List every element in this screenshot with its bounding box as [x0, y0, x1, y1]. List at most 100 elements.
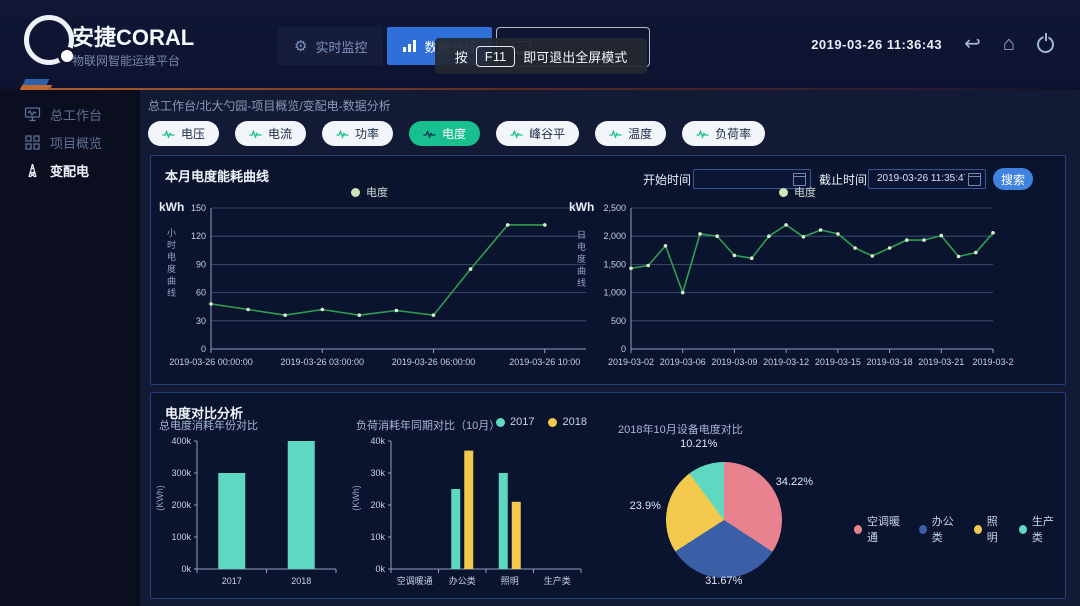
svg-text:400k: 400k [171, 436, 191, 446]
legend-label: 生产类 [1032, 513, 1061, 545]
tab-label: 电流 [268, 125, 292, 142]
svg-text:2019-03-26 06:00:00: 2019-03-26 06:00:00 [392, 357, 476, 367]
workbench-monitor-icon [24, 106, 41, 123]
tab-current[interactable]: 电流 [235, 121, 306, 146]
svg-text:照明: 照明 [501, 576, 519, 586]
month-compare-title: 负荷消耗年同期对比（10月） [356, 417, 500, 433]
back-icon[interactable]: ↩ [964, 34, 981, 54]
hourly-energy-line-chart: 03060901201502019-03-26 00:00:002019-03-… [151, 194, 601, 379]
svg-text:90: 90 [196, 259, 206, 269]
pie-circle [666, 462, 782, 578]
legend-dot [1019, 525, 1027, 534]
svg-text:0: 0 [201, 344, 206, 354]
datetime-display: 2019-03-26 11:36:43 [811, 37, 942, 52]
legend-dot [974, 525, 982, 534]
nav-item-realtime[interactable]: ⚙ 实时监控 [278, 27, 383, 65]
top-header: 安捷CORAL 物联网智能运维平台 ⚙ 实时监控 数据分析 按 F11 即可退出… [0, 0, 1080, 88]
brand-subtitle: 物联网智能运维平台 [72, 52, 180, 69]
sidebar-item-projects[interactable]: 项目概览 [0, 128, 140, 156]
legend-label: 2017 [510, 416, 534, 428]
pie-legend-item[interactable]: 办公类 [919, 513, 961, 545]
svg-text:2019-03-09: 2019-03-09 [711, 357, 757, 367]
daily-energy-line-chart: 05001,0001,5002,0002,5002019-03-022019-0… [601, 194, 1063, 379]
legend-dot [854, 525, 862, 534]
brand-logo-icon [24, 15, 74, 65]
sidebar-item-workbench[interactable]: 总工作台 [0, 100, 140, 128]
tab-label: 负荷率 [715, 125, 751, 142]
pie-percent-label: 23.9% [630, 500, 661, 512]
tab-power[interactable]: 功率 [322, 121, 393, 146]
sidebar-item-label: 变配电 [50, 161, 89, 180]
end-time-wrap [868, 168, 986, 190]
metric-tabs: 电压 电流 功率 电度 峰谷平 温度 负荷率 [148, 121, 765, 146]
search-button[interactable]: 搜索 [993, 168, 1033, 190]
nav-item-label: 实时监控 [315, 37, 367, 56]
svg-text:2019-03-18: 2019-03-18 [867, 357, 913, 367]
tab-peak-valley[interactable]: 峰谷平 [496, 121, 579, 146]
legend-item-2018[interactable]: 2018 [548, 416, 586, 428]
pie-legend-item[interactable]: 空调暖通 [854, 513, 906, 545]
power-tower-icon [24, 162, 41, 179]
legend-dot [548, 418, 557, 427]
brand-title: 安捷CORAL [72, 20, 194, 52]
tab-label: 温度 [628, 125, 652, 142]
home-icon[interactable]: ⌂ [1003, 34, 1015, 54]
legend-label: 空调暖通 [867, 513, 906, 545]
start-time-label: 开始时间 [643, 171, 691, 188]
legend-item-2017[interactable]: 2017 [496, 416, 534, 428]
panel-title: 本月电度能耗曲线 [165, 166, 269, 185]
pie-legend: 空调暖通办公类照明生产类 [854, 513, 1061, 545]
sidebar-item-label: 总工作台 [50, 105, 102, 124]
svg-text:500: 500 [611, 316, 626, 326]
tab-voltage[interactable]: 电压 [148, 121, 219, 146]
legend-label: 办公类 [932, 513, 961, 545]
pulse-icon [423, 129, 436, 139]
legend-label: 照明 [987, 513, 1006, 545]
tab-label: 峰谷平 [529, 125, 565, 142]
sidebar-item-label: 项目概览 [50, 133, 102, 152]
svg-text:30k: 30k [370, 468, 385, 478]
legend-dot [919, 525, 927, 534]
svg-text:空调暖通: 空调暖通 [397, 575, 433, 586]
svg-text:2019-03-26 03:00:00: 2019-03-26 03:00:00 [280, 357, 364, 367]
pie-percent-label: 31.67% [705, 575, 742, 587]
f11-key-badge: F11 [476, 46, 515, 67]
tab-energy[interactable]: 电度 [409, 121, 480, 146]
power-icon[interactable] [1037, 36, 1054, 53]
svg-text:120: 120 [191, 231, 206, 241]
calendar-icon[interactable] [968, 173, 981, 186]
app-root: 安捷CORAL 物联网智能运维平台 ⚙ 实时监控 数据分析 按 F11 即可退出… [0, 0, 1080, 606]
bar-chart-icon [403, 40, 416, 52]
svg-text:2019-03-21: 2019-03-21 [918, 357, 964, 367]
toast-suffix: 即可退出全屏模式 [523, 47, 627, 66]
energy-compare-panel: 电度对比分析 总电度消耗年份对比 (KWh) 0k100k200k300k400… [150, 392, 1066, 599]
svg-text:2019-03-02: 2019-03-02 [608, 357, 654, 367]
pie-legend-item[interactable]: 生产类 [1019, 513, 1061, 545]
gear-icon: ⚙ [294, 39, 307, 54]
sidebar-item-power-distribution[interactable]: 变配电 [0, 156, 140, 184]
pie-percent-label: 34.22% [776, 476, 813, 488]
svg-text:2,000: 2,000 [603, 231, 626, 241]
legend-label: 2018 [562, 416, 586, 428]
svg-text:2019-03-12: 2019-03-12 [763, 357, 809, 367]
tab-temperature[interactable]: 温度 [595, 121, 666, 146]
svg-text:2019-03-15: 2019-03-15 [815, 357, 861, 367]
pulse-icon [336, 129, 349, 139]
pie-percent-label: 10.21% [680, 438, 717, 450]
breadcrumb: 总工作台/北大勺园-项目概览/变配电-数据分析 [148, 97, 391, 114]
grid-icon [24, 134, 41, 151]
tab-label: 电度 [442, 125, 466, 142]
svg-text:2,500: 2,500 [603, 203, 626, 213]
tab-label: 功率 [355, 125, 379, 142]
svg-text:60: 60 [196, 288, 206, 298]
svg-text:2017: 2017 [222, 576, 242, 586]
svg-text:0: 0 [621, 344, 626, 354]
svg-text:生产类: 生产类 [544, 575, 571, 586]
sidebar: 总工作台 项目概览 变配电 [0, 90, 140, 606]
pulse-icon [162, 129, 175, 139]
tab-load-rate[interactable]: 负荷率 [682, 121, 765, 146]
energy-curve-panel: 本月电度能耗曲线 电度 kWh 小时电度曲线 03060901201502019… [150, 155, 1066, 385]
svg-text:2019-03-26 10:00: 2019-03-26 10:00 [509, 357, 580, 367]
pie-legend-item[interactable]: 照明 [974, 513, 1006, 545]
svg-text:2019-03-26 00:00:00: 2019-03-26 00:00:00 [169, 357, 253, 367]
